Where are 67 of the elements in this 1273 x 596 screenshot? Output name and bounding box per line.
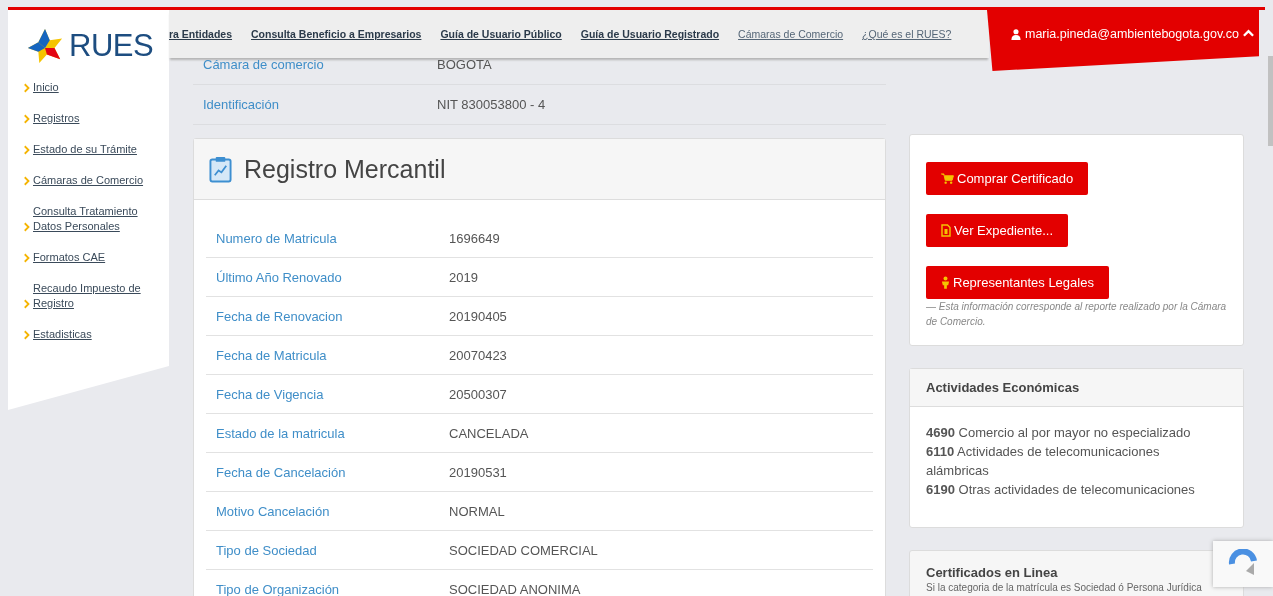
field-label: Cámara de comercio: [203, 57, 325, 72]
field-value: 20500307: [449, 386, 507, 402]
field-value: NORMAL: [449, 503, 505, 519]
scrollbar[interactable]: [1268, 56, 1273, 146]
activity-text: 6190 Otras actividades de telecomunicaciones: [926, 481, 1196, 499]
chevron-right-icon: [24, 222, 30, 232]
card-text: Si la categoria de la matrícula es Sociedad ó Persona Jurídica: [926, 582, 1203, 593]
chevron-right-icon: [24, 145, 30, 155]
sidebar-link[interactable]: Registros: [33, 111, 80, 126]
sidebar-link[interactable]: Consulta Tratamiento Datos Personales: [33, 204, 145, 234]
field-label: Fecha de Vigencia: [216, 386, 325, 402]
field-value: 20070423: [449, 347, 507, 363]
field-label: Identificación: [203, 97, 280, 112]
field-label: Último Año Renovado: [216, 269, 343, 285]
field-value: SOCIEDAD ANONIMA: [449, 581, 581, 596]
field-label: Fecha de Cancelación: [216, 464, 347, 480]
field-value: 1696649: [449, 230, 500, 246]
clipboard-chart-icon: [209, 155, 232, 183]
field-label: Motivo Cancelación: [216, 503, 331, 519]
sidebar-link[interactable]: Recaudo Impuesto de Registro: [33, 281, 145, 311]
field-label: Fecha de Matricula: [216, 347, 328, 363]
chevron-right-icon: [24, 299, 30, 309]
chevron-right-icon: [24, 176, 30, 186]
field-label: Fecha de Renovacion: [216, 308, 344, 324]
sidebar-link[interactable]: Cámaras de Comercio: [33, 173, 144, 188]
user-icon: [1011, 29, 1021, 40]
logo-text: RUES: [69, 28, 154, 64]
chevron-right-icon: [24, 83, 30, 93]
nav-link[interactable]: ¿Qué es el RUES?: [862, 28, 952, 40]
sidebar-link[interactable]: Estado de su Trámite: [33, 142, 137, 157]
field-label: Numero de Matricula: [216, 230, 338, 246]
nav-link[interactable]: Guía de Usuario Público: [440, 28, 562, 40]
chevron-right-icon: [24, 330, 30, 340]
activity-text: 4690 Comercio al por mayor no especializado: [926, 424, 1192, 442]
field-label: Tipo de Organización: [216, 581, 341, 596]
nav-link[interactable]: ra Entidades: [169, 28, 233, 40]
recaptcha-badge[interactable]: [1213, 541, 1273, 587]
document-icon: [941, 224, 951, 237]
field-value: 20190531: [449, 464, 507, 480]
field-label: Estado de la matricula: [216, 425, 346, 441]
field-value: SOCIEDAD COMERCIAL: [449, 542, 598, 558]
card-title: Certificados en Linea: [926, 565, 1059, 580]
nav-link[interactable]: Cámaras de Comercio: [738, 28, 844, 40]
nav-link[interactable]: Guía de Usuario Registrado: [580, 28, 720, 40]
field-value: 2019: [449, 269, 478, 285]
sidebar-link[interactable]: Formatos CAE: [33, 250, 106, 265]
nav-link[interactable]: Consulta Beneficio a Empresarios: [251, 28, 422, 40]
action-button[interactable]: Comprar Certificado: [926, 162, 1089, 195]
action-button[interactable]: Representantes Legales: [926, 266, 1109, 299]
card-title: Actividades Económicas: [926, 380, 1081, 395]
activity-text: 6110 Actividades de telecomunicaciones alámbricas: [926, 443, 1161, 480]
person-icon: [941, 276, 950, 289]
field-value: 20190405: [449, 308, 507, 324]
chevron-right-icon: [24, 253, 30, 263]
field-value: CANCELADA: [449, 425, 529, 441]
cart-icon: [941, 173, 954, 184]
field-value: NIT 830053800 - 4: [437, 97, 546, 112]
user-email: maria.pineda@ambientebogota.gov.co: [1025, 27, 1239, 41]
chevron-right-icon: [24, 114, 30, 124]
user-menu[interactable]: maria.pineda@ambientebogota.gov.co: [987, 10, 1259, 71]
action-button[interactable]: Ver Expediente...: [926, 214, 1068, 247]
sidebar-link[interactable]: Estadisticas: [33, 327, 92, 342]
footnote-text: — Esta información corresponde al reporte realizado por la Cámara de Comercio.: [926, 300, 1227, 329]
field-label: Tipo de Sociedad: [216, 542, 318, 558]
field-value: BOGOTA: [437, 57, 492, 72]
sidebar-link[interactable]: Inicio: [33, 80, 59, 95]
card-title: Registro Mercantil: [244, 154, 446, 184]
